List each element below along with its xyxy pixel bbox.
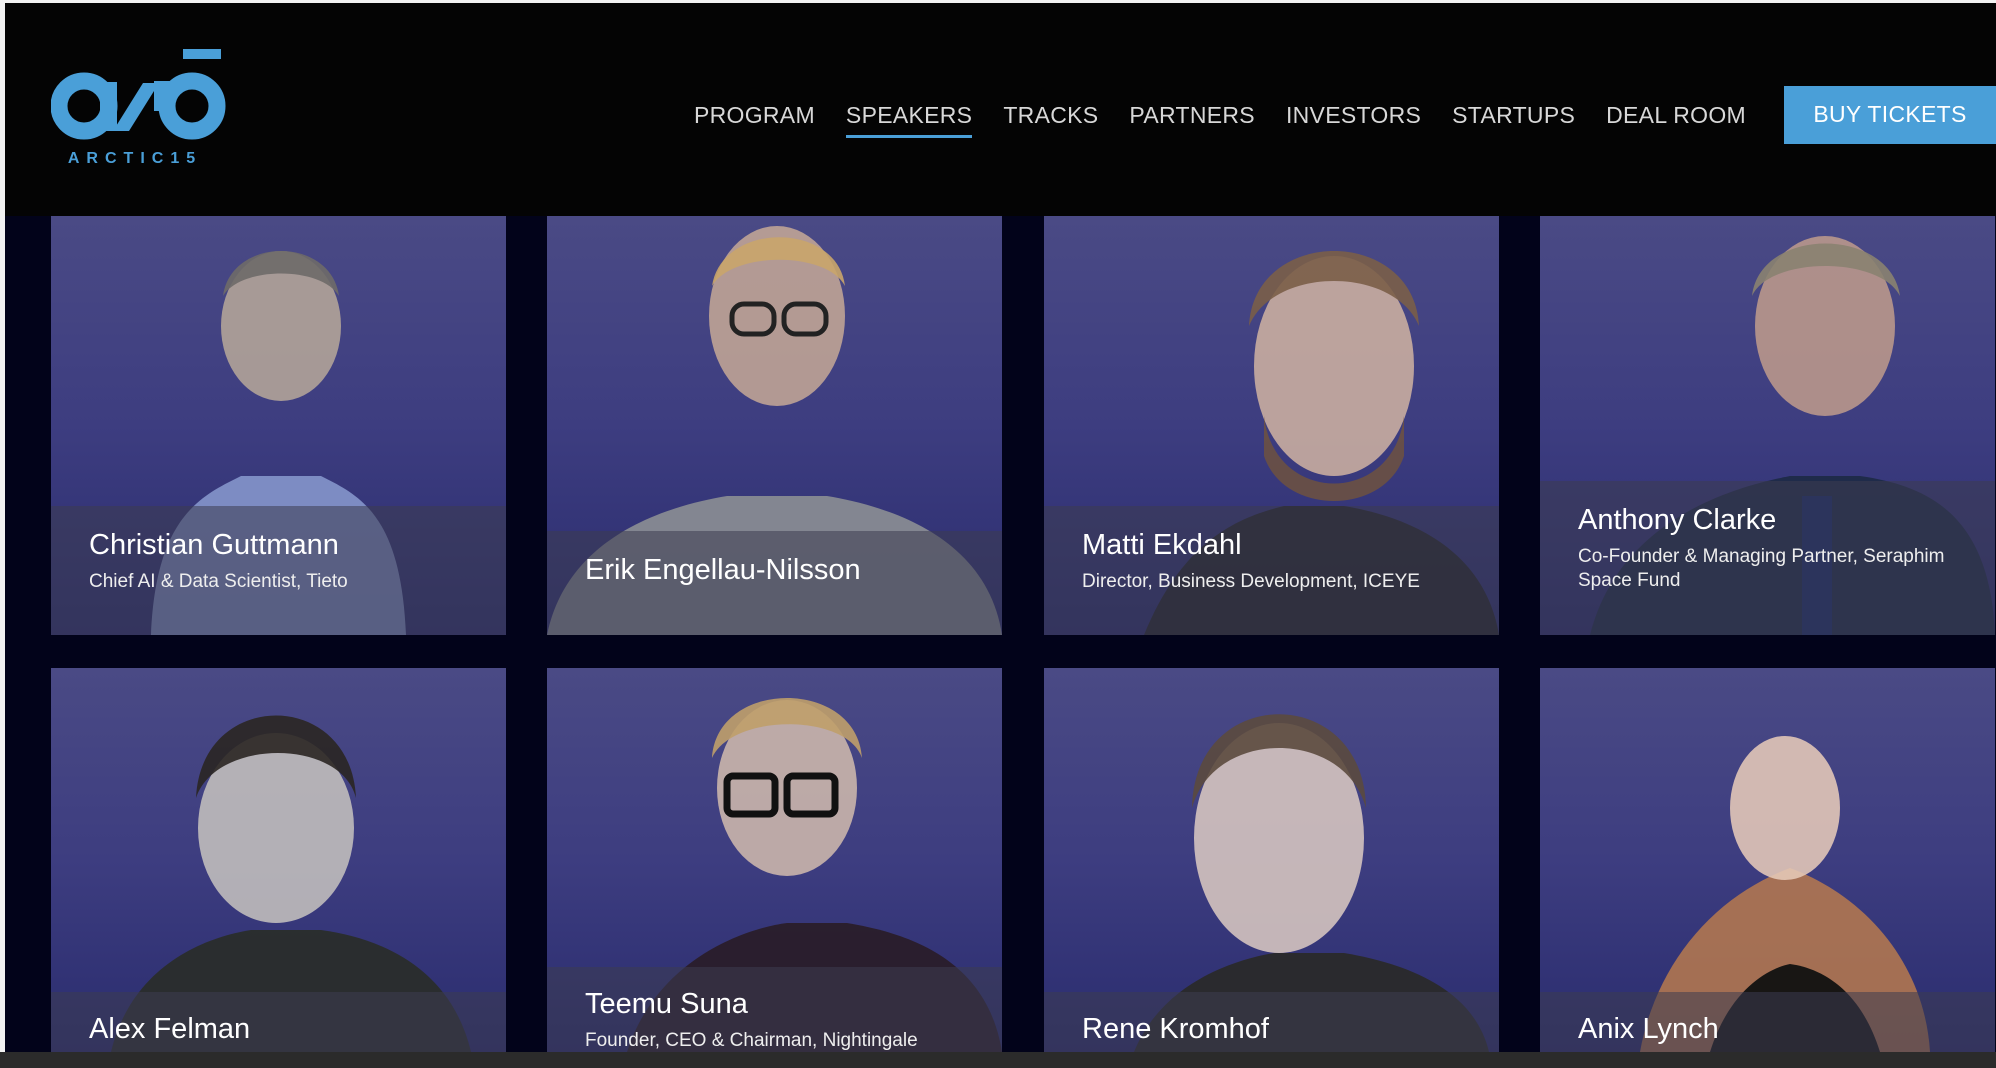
speaker-card[interactable]: Matti Ekdahl Director, Business Developm… xyxy=(1044,216,1499,635)
speaker-card[interactable]: Alex Felman xyxy=(51,668,506,1052)
speaker-caption: Anix Lynch xyxy=(1540,992,1995,1052)
speaker-name: Anthony Clarke xyxy=(1578,504,1777,536)
speaker-caption: Matti Ekdahl Director, Business Developm… xyxy=(1044,506,1499,635)
nav-item-deal-room[interactable]: DEAL ROOM xyxy=(1606,102,1746,129)
speaker-name: Christian Guttmann xyxy=(89,529,339,561)
speaker-caption: Christian Guttmann Chief AI & Data Scien… xyxy=(51,506,506,635)
speaker-name: Rene Kromhof xyxy=(1082,1013,1269,1045)
bottom-edge-bar xyxy=(0,1052,1996,1068)
nav-item-speakers[interactable]: SPEAKERS xyxy=(845,102,973,138)
speaker-card[interactable]: Christian Guttmann Chief AI & Data Scien… xyxy=(51,216,506,635)
speaker-card[interactable]: Anthony Clarke Co-Founder & Managing Par… xyxy=(1540,216,1995,635)
speaker-caption: Alex Felman xyxy=(51,992,506,1052)
main-nav: PROGRAM SPEAKERS TRACKS PARTNERS INVESTO… xyxy=(694,85,1996,144)
nav-item-tracks[interactable]: TRACKS xyxy=(1003,102,1098,129)
speaker-name: Anix Lynch xyxy=(1578,1013,1719,1045)
buy-tickets-button[interactable]: BUY TICKETS xyxy=(1784,85,1996,144)
speaker-title: Co-Founder & Managing Partner, Seraphim … xyxy=(1578,546,1945,591)
speaker-card[interactable]: Anix Lynch xyxy=(1540,668,1995,1052)
speaker-name: Teemu Suna xyxy=(585,988,748,1020)
nav-item-startups[interactable]: STARTUPS xyxy=(1452,102,1575,129)
arctic15-logo[interactable]: ARCTIC15 xyxy=(51,47,231,177)
nav-item-partners[interactable]: PARTNERS xyxy=(1129,102,1255,129)
speaker-card[interactable]: Rene Kromhof xyxy=(1044,668,1499,1052)
speaker-caption: Rene Kromhof xyxy=(1044,992,1499,1052)
speaker-title: Chief AI & Data Scientist, Tieto xyxy=(89,571,348,592)
speaker-title: Director, Business Development, ICEYE xyxy=(1082,571,1420,592)
site-header: ARCTIC15 PROGRAM SPEAKERS TRACKS PARTNER… xyxy=(5,3,1996,216)
speaker-caption: Teemu Suna Founder, CEO & Chairman, Nigh… xyxy=(547,967,1002,1052)
speaker-name: Alex Felman xyxy=(89,1013,251,1045)
speaker-card[interactable]: Erik Engellau-Nilsson xyxy=(547,216,1002,635)
speaker-name: Matti Ekdahl xyxy=(1082,529,1242,561)
nav-item-investors[interactable]: INVESTORS xyxy=(1286,102,1421,129)
speaker-caption: Erik Engellau-Nilsson xyxy=(547,531,1002,635)
speaker-title: Founder, CEO & Chairman, Nightingale xyxy=(585,1030,918,1051)
nav-item-program[interactable]: PROGRAM xyxy=(694,102,815,129)
arctic15-logo-icon xyxy=(51,49,226,140)
speaker-name: Erik Engellau-Nilsson xyxy=(585,554,861,586)
logo-wordmark: ARCTIC15 xyxy=(67,150,203,167)
speaker-card[interactable]: Teemu Suna Founder, CEO & Chairman, Nigh… xyxy=(547,668,1002,1052)
speaker-caption: Anthony Clarke Co-Founder & Managing Par… xyxy=(1540,481,1995,635)
